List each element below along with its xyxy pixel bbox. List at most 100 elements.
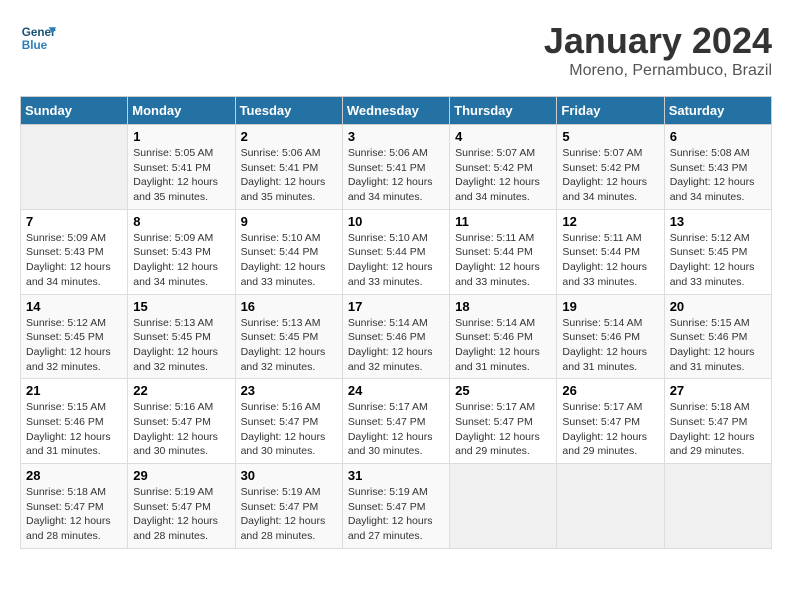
- col-header-sunday: Sunday: [21, 97, 128, 125]
- cell-details: Sunrise: 5:12 AMSunset: 5:45 PMDaylight:…: [26, 316, 122, 375]
- day-number: 26: [562, 383, 658, 398]
- day-number: 16: [241, 299, 337, 314]
- cell-details: Sunrise: 5:17 AMSunset: 5:47 PMDaylight:…: [455, 400, 551, 459]
- calendar-week-5: 28Sunrise: 5:18 AMSunset: 5:47 PMDayligh…: [21, 464, 772, 549]
- cell-details: Sunrise: 5:19 AMSunset: 5:47 PMDaylight:…: [348, 485, 444, 544]
- day-number: 4: [455, 129, 551, 144]
- cell-details: Sunrise: 5:07 AMSunset: 5:42 PMDaylight:…: [455, 146, 551, 205]
- svg-text:Blue: Blue: [22, 39, 48, 52]
- calendar-cell: 18Sunrise: 5:14 AMSunset: 5:46 PMDayligh…: [450, 294, 557, 379]
- cell-details: Sunrise: 5:10 AMSunset: 5:44 PMDaylight:…: [241, 231, 337, 290]
- month-title: January 2024: [544, 20, 772, 62]
- day-number: 30: [241, 468, 337, 483]
- calendar-cell: 30 Sunrise: 5:19 AMSunset: 5:47 PMDayligh…: [235, 464, 342, 549]
- cell-details: Sunrise: 5:06 AMSunset: 5:41 PMDaylight:…: [241, 146, 337, 205]
- cell-details: Sunrise: 5:06 AMSunset: 5:41 PMDaylight:…: [348, 146, 444, 205]
- calendar-cell: 3 Sunrise: 5:06 AMSunset: 5:41 PMDaylight…: [342, 125, 449, 210]
- calendar-cell: 17 Sunrise: 5:14 AMSunset: 5:46 PMDayligh…: [342, 294, 449, 379]
- day-number: 21: [26, 383, 122, 398]
- calendar-cell: 5Sunrise: 5:07 AMSunset: 5:42 PMDaylight…: [557, 125, 664, 210]
- calendar-week-4: 21Sunrise: 5:15 AMSunset: 5:46 PMDayligh…: [21, 379, 772, 464]
- calendar-body: 1 Sunrise: 5:05 AMSunset: 5:41 PMDaylight…: [21, 125, 772, 549]
- calendar-cell: 12 Sunrise: 5:11 AMSunset: 5:44 PMDayligh…: [557, 209, 664, 294]
- day-number: 27: [670, 383, 766, 398]
- calendar-cell: 13 Sunrise: 5:12 AMSunset: 5:45 PMDayligh…: [664, 209, 771, 294]
- calendar-cell: [450, 464, 557, 549]
- calendar-cell: 4 Sunrise: 5:07 AMSunset: 5:42 PMDaylight…: [450, 125, 557, 210]
- day-number: 17: [348, 299, 444, 314]
- location-subtitle: Moreno, Pernambuco, Brazil: [544, 62, 772, 80]
- day-number: 24: [348, 383, 444, 398]
- day-number: 15: [133, 299, 229, 314]
- calendar-cell: 16Sunrise: 5:13 AMSunset: 5:45 PMDayligh…: [235, 294, 342, 379]
- col-header-saturday: Saturday: [664, 97, 771, 125]
- col-header-wednesday: Wednesday: [342, 97, 449, 125]
- cell-details: Sunrise: 5:14 AMSunset: 5:46 PMDaylight:…: [562, 316, 658, 375]
- cell-details: Sunrise: 5:15 AMSunset: 5:46 PMDaylight:…: [670, 316, 766, 375]
- calendar-cell: 9 Sunrise: 5:10 AMSunset: 5:44 PMDaylight…: [235, 209, 342, 294]
- calendar-cell: [21, 125, 128, 210]
- cell-details: Sunrise: 5:05 AMSunset: 5:41 PMDaylight:…: [133, 146, 229, 205]
- cell-details: Sunrise: 5:14 AMSunset: 5:46 PMDaylight:…: [455, 316, 551, 375]
- day-number: 19: [562, 299, 658, 314]
- calendar-cell: 26 Sunrise: 5:17 AMSunset: 5:47 PMDayligh…: [557, 379, 664, 464]
- cell-details: Sunrise: 5:09 AMSunset: 5:43 PMDaylight:…: [133, 231, 229, 290]
- header: General Blue January 2024 Moreno, Pernam…: [20, 20, 772, 80]
- day-number: 8: [133, 214, 229, 229]
- calendar-cell: 20Sunrise: 5:15 AMSunset: 5:46 PMDayligh…: [664, 294, 771, 379]
- calendar-cell: 19 Sunrise: 5:14 AMSunset: 5:46 PMDayligh…: [557, 294, 664, 379]
- day-number: 10: [348, 214, 444, 229]
- day-number: 23: [241, 383, 337, 398]
- cell-details: Sunrise: 5:14 AMSunset: 5:46 PMDaylight:…: [348, 316, 444, 375]
- calendar-cell: 29Sunrise: 5:19 AMSunset: 5:47 PMDayligh…: [128, 464, 235, 549]
- day-number: 3: [348, 129, 444, 144]
- day-number: 2: [241, 129, 337, 144]
- day-number: 9: [241, 214, 337, 229]
- calendar-cell: [664, 464, 771, 549]
- calendar-header-row: SundayMondayTuesdayWednesdayThursdayFrid…: [21, 97, 772, 125]
- day-number: 6: [670, 129, 766, 144]
- cell-details: Sunrise: 5:19 AMSunset: 5:47 PMDaylight:…: [241, 485, 337, 544]
- calendar-cell: [557, 464, 664, 549]
- day-number: 13: [670, 214, 766, 229]
- day-number: 11: [455, 214, 551, 229]
- day-number: 25: [455, 383, 551, 398]
- calendar-cell: 23Sunrise: 5:16 AMSunset: 5:47 PMDayligh…: [235, 379, 342, 464]
- cell-details: Sunrise: 5:17 AMSunset: 5:47 PMDaylight:…: [562, 400, 658, 459]
- col-header-tuesday: Tuesday: [235, 97, 342, 125]
- calendar-table: SundayMondayTuesdayWednesdayThursdayFrid…: [20, 96, 772, 549]
- cell-details: Sunrise: 5:18 AMSunset: 5:47 PMDaylight:…: [26, 485, 122, 544]
- calendar-cell: 2 Sunrise: 5:06 AMSunset: 5:41 PMDaylight…: [235, 125, 342, 210]
- calendar-week-2: 7 Sunrise: 5:09 AMSunset: 5:43 PMDaylight…: [21, 209, 772, 294]
- cell-details: Sunrise: 5:11 AMSunset: 5:44 PMDaylight:…: [455, 231, 551, 290]
- col-header-monday: Monday: [128, 97, 235, 125]
- calendar-cell: 7 Sunrise: 5:09 AMSunset: 5:43 PMDaylight…: [21, 209, 128, 294]
- day-number: 7: [26, 214, 122, 229]
- logo: General Blue: [20, 20, 56, 56]
- calendar-cell: 22Sunrise: 5:16 AMSunset: 5:47 PMDayligh…: [128, 379, 235, 464]
- cell-details: Sunrise: 5:12 AMSunset: 5:45 PMDaylight:…: [670, 231, 766, 290]
- cell-details: Sunrise: 5:08 AMSunset: 5:43 PMDaylight:…: [670, 146, 766, 205]
- day-number: 31: [348, 468, 444, 483]
- cell-details: Sunrise: 5:11 AMSunset: 5:44 PMDaylight:…: [562, 231, 658, 290]
- day-number: 29: [133, 468, 229, 483]
- cell-details: Sunrise: 5:09 AMSunset: 5:43 PMDaylight:…: [26, 231, 122, 290]
- calendar-cell: 8 Sunrise: 5:09 AMSunset: 5:43 PMDaylight…: [128, 209, 235, 294]
- col-header-thursday: Thursday: [450, 97, 557, 125]
- title-block: January 2024 Moreno, Pernambuco, Brazil: [544, 20, 772, 80]
- cell-details: Sunrise: 5:16 AMSunset: 5:47 PMDaylight:…: [133, 400, 229, 459]
- calendar-cell: 31 Sunrise: 5:19 AMSunset: 5:47 PMDayligh…: [342, 464, 449, 549]
- calendar-cell: 14 Sunrise: 5:12 AMSunset: 5:45 PMDayligh…: [21, 294, 128, 379]
- day-number: 1: [133, 129, 229, 144]
- day-number: 12: [562, 214, 658, 229]
- day-number: 14: [26, 299, 122, 314]
- calendar-cell: 10 Sunrise: 5:10 AMSunset: 5:44 PMDayligh…: [342, 209, 449, 294]
- calendar-cell: 24 Sunrise: 5:17 AMSunset: 5:47 PMDayligh…: [342, 379, 449, 464]
- cell-details: Sunrise: 5:17 AMSunset: 5:47 PMDaylight:…: [348, 400, 444, 459]
- calendar-cell: 25 Sunrise: 5:17 AMSunset: 5:47 PMDayligh…: [450, 379, 557, 464]
- cell-details: Sunrise: 5:13 AMSunset: 5:45 PMDaylight:…: [133, 316, 229, 375]
- calendar-cell: 28Sunrise: 5:18 AMSunset: 5:47 PMDayligh…: [21, 464, 128, 549]
- calendar-cell: 1 Sunrise: 5:05 AMSunset: 5:41 PMDaylight…: [128, 125, 235, 210]
- cell-details: Sunrise: 5:10 AMSunset: 5:44 PMDaylight:…: [348, 231, 444, 290]
- day-number: 5: [562, 129, 658, 144]
